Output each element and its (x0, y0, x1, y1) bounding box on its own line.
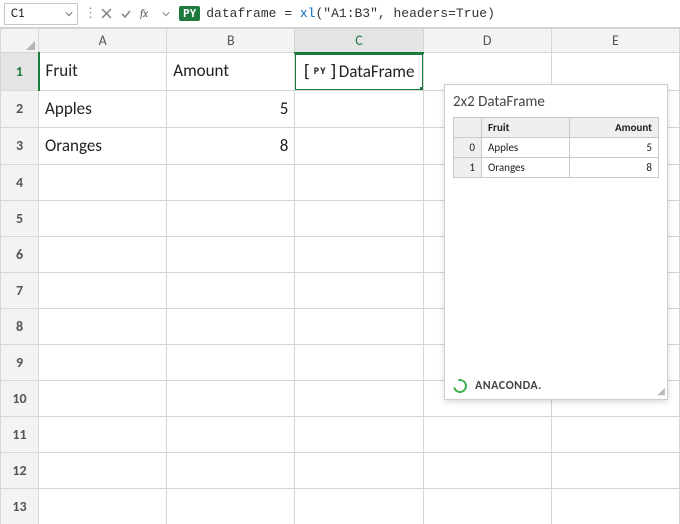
cell[interactable] (551, 452, 679, 488)
column-header-d[interactable]: D (423, 29, 551, 53)
card-footer: ANACONDA. (453, 379, 659, 393)
row-header[interactable]: 3 (1, 127, 39, 164)
enter-check-icon[interactable] (119, 7, 133, 21)
column-header-e[interactable]: E (551, 29, 679, 53)
cell[interactable] (167, 164, 295, 200)
cell[interactable] (167, 416, 295, 452)
row-header[interactable]: 6 (1, 236, 39, 272)
cell[interactable] (295, 416, 423, 452)
name-box[interactable]: C1 (4, 3, 78, 25)
cell[interactable] (423, 416, 551, 452)
cell[interactable] (295, 344, 423, 380)
chevron-down-icon[interactable] (159, 7, 173, 21)
row-header[interactable]: 7 (1, 272, 39, 308)
cell[interactable] (167, 236, 295, 272)
row-header[interactable]: 2 (1, 90, 39, 127)
row-header[interactable]: 8 (1, 308, 39, 344)
cell-c1[interactable]: [PY] DataFrame (295, 53, 423, 91)
svg-text:fx: fx (140, 7, 148, 20)
cell[interactable] (423, 488, 551, 524)
cell[interactable] (39, 380, 167, 416)
cell-reference: C1 (11, 6, 25, 21)
cell[interactable] (423, 452, 551, 488)
formula-text-args: ("A1:B3", headers=True) (315, 6, 494, 21)
formula-text-prefix: dataframe = (206, 6, 300, 21)
cell-b2[interactable]: 5 (167, 90, 295, 127)
cell[interactable] (295, 452, 423, 488)
cell[interactable] (167, 452, 295, 488)
cell[interactable] (295, 200, 423, 236)
row-header[interactable]: 10 (1, 380, 39, 416)
python-badge: PY (179, 6, 200, 21)
cell[interactable] (167, 272, 295, 308)
cell[interactable] (295, 90, 423, 127)
mini-col-header: Fruit (482, 118, 570, 138)
insert-function-icon[interactable]: fx (139, 7, 153, 21)
cell[interactable] (39, 452, 167, 488)
cell[interactable] (39, 308, 167, 344)
cell[interactable] (167, 200, 295, 236)
cell[interactable] (39, 236, 167, 272)
cell[interactable] (167, 488, 295, 524)
row-header[interactable]: 12 (1, 452, 39, 488)
formula-text-fn: xl (300, 6, 316, 21)
cell-b1[interactable]: Amount (167, 53, 295, 91)
cell[interactable] (551, 488, 679, 524)
row-header[interactable]: 5 (1, 200, 39, 236)
cell[interactable] (39, 344, 167, 380)
row-header[interactable]: 1 (1, 53, 39, 91)
resize-handle-icon[interactable]: ◢ (657, 384, 665, 397)
cell[interactable] (295, 272, 423, 308)
cell[interactable] (295, 488, 423, 524)
cell[interactable] (167, 344, 295, 380)
row-header[interactable]: 9 (1, 344, 39, 380)
cell[interactable] (39, 164, 167, 200)
cell[interactable] (167, 308, 295, 344)
row-header[interactable]: 11 (1, 416, 39, 452)
anaconda-icon (450, 376, 469, 395)
mini-row: 0 Apples 5 (454, 138, 659, 158)
cell-a3[interactable]: Oranges (39, 127, 167, 164)
python-inline-icon: [PY] (301, 54, 338, 90)
dataframe-preview-card: 2x2 DataFrame Fruit Amount 0 Apples 5 1 … (444, 84, 668, 400)
cell[interactable] (551, 416, 679, 452)
cell[interactable] (39, 416, 167, 452)
mini-index-header (454, 118, 482, 138)
formula-bar: C1 ⋮ fx PY dataframe = xl("A1:B3", heade… (0, 0, 680, 28)
cell-a2[interactable]: Apples (39, 90, 167, 127)
mini-row: 1 Oranges 8 (454, 158, 659, 178)
cell[interactable] (39, 200, 167, 236)
formula-input[interactable]: dataframe = xl("A1:B3", headers=True) (206, 6, 495, 21)
dataframe-preview-table: Fruit Amount 0 Apples 5 1 Oranges 8 (453, 117, 659, 178)
cell[interactable] (295, 236, 423, 272)
cell[interactable] (295, 164, 423, 200)
column-header-a[interactable]: A (39, 29, 167, 53)
cell-b3[interactable]: 8 (167, 127, 295, 164)
select-all-corner[interactable] (1, 29, 39, 53)
cell[interactable] (167, 380, 295, 416)
cell-c1-text: DataFrame (339, 61, 415, 82)
cell[interactable] (295, 127, 423, 164)
column-header-c[interactable]: C (295, 29, 423, 53)
column-header-b[interactable]: B (167, 29, 295, 53)
cell[interactable] (39, 488, 167, 524)
row-header[interactable]: 13 (1, 488, 39, 524)
separator-icon: ⋮ (84, 6, 97, 21)
spreadsheet-grid[interactable]: A B C D E 1 Fruit Amount [PY] DataFrame (0, 28, 680, 524)
row-header[interactable]: 4 (1, 164, 39, 200)
cell[interactable] (295, 380, 423, 416)
cell-a1[interactable]: Fruit (39, 53, 167, 91)
cell[interactable] (295, 308, 423, 344)
anaconda-label: ANACONDA. (475, 379, 542, 393)
cell[interactable] (39, 272, 167, 308)
cancel-icon[interactable] (99, 7, 113, 21)
mini-col-header: Amount (570, 118, 659, 138)
card-title: 2x2 DataFrame (453, 93, 659, 111)
chevron-down-icon[interactable] (65, 10, 73, 18)
